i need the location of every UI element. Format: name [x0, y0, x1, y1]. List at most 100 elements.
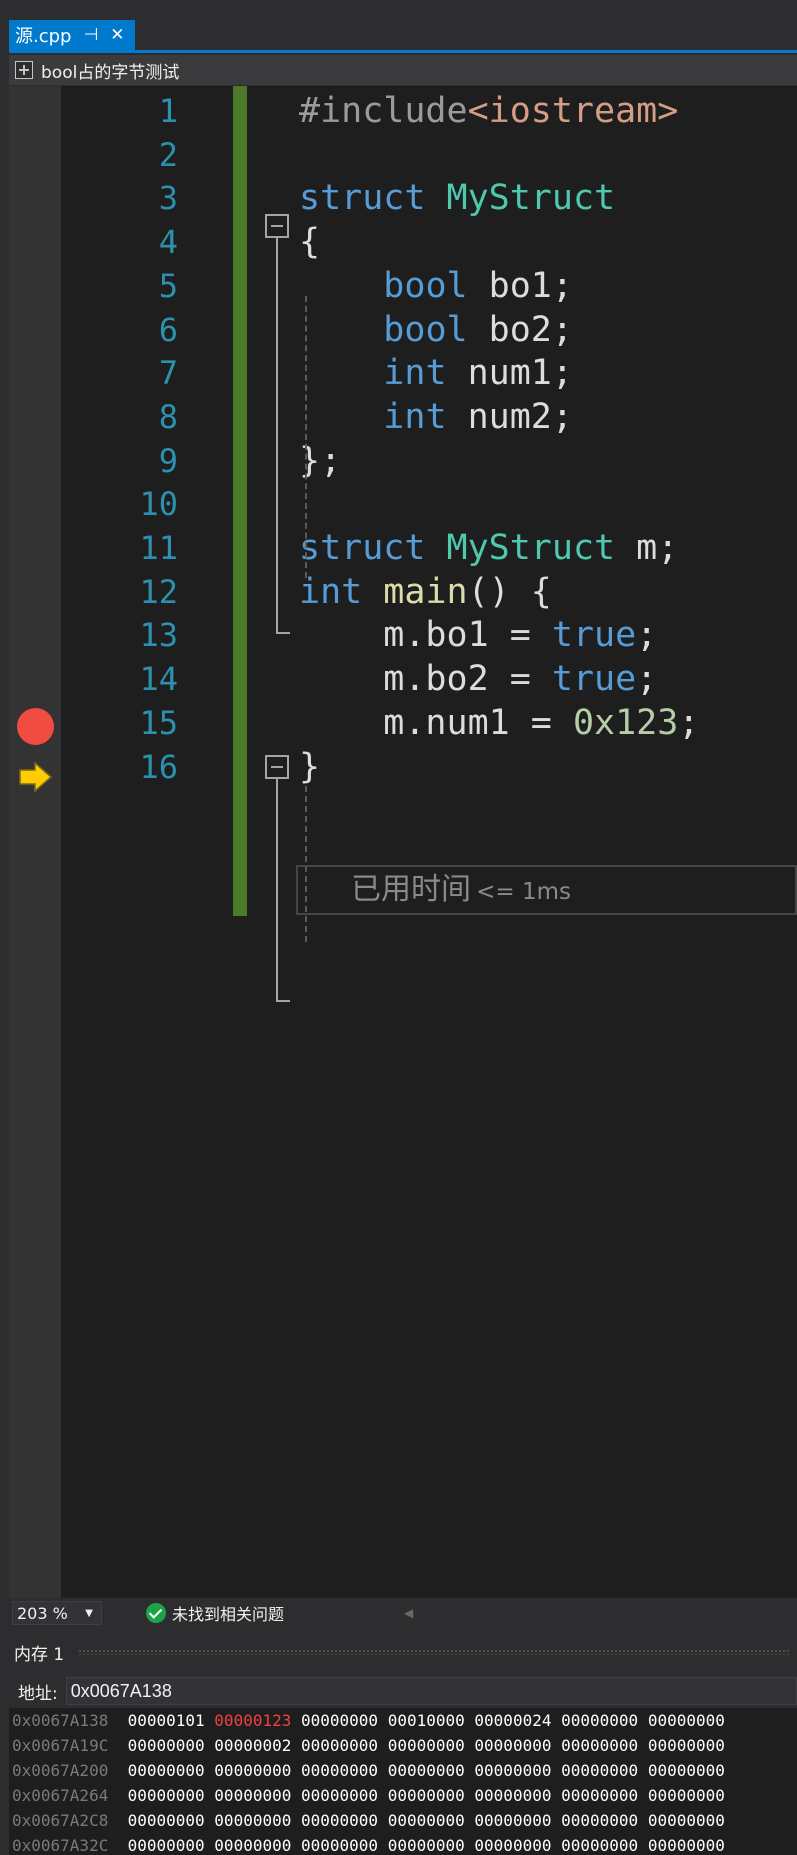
memory-value[interactable]: 00000000: [301, 1786, 378, 1805]
indent-guide: [305, 296, 307, 578]
scroll-left-icon[interactable]: ◀: [404, 1606, 413, 1620]
memory-value[interactable]: 00000024: [474, 1711, 551, 1730]
memory-title: 内存 1: [14, 1644, 65, 1665]
memory-address: 0x0067A19C: [12, 1736, 109, 1755]
navigation-bar[interactable]: bool占的字节测试: [9, 55, 797, 85]
memory-row[interactable]: 0x0067A2C8 00000000 00000000 00000000 00…: [12, 1808, 735, 1833]
memory-value[interactable]: 00000000: [561, 1711, 638, 1730]
collapse-icon[interactable]: [265, 214, 289, 238]
memory-value[interactable]: 00000000: [214, 1811, 291, 1830]
memory-value[interactable]: 00000000: [561, 1736, 638, 1755]
check-circle-icon: [146, 1603, 166, 1623]
project-icon: [15, 61, 33, 79]
memory-value[interactable]: 00000000: [474, 1761, 551, 1780]
memory-value[interactable]: 00010000: [388, 1711, 465, 1730]
code-token: <iostream>: [467, 91, 679, 131]
memory-value[interactable]: 00000000: [388, 1736, 465, 1755]
memory-row[interactable]: 0x0067A32C 00000000 00000000 00000000 00…: [12, 1833, 735, 1855]
memory-value[interactable]: 00000000: [474, 1786, 551, 1805]
memory-row[interactable]: 0x0067A138 00000101 00000123 00000000 00…: [12, 1708, 735, 1733]
pin-icon[interactable]: ⊣: [83, 26, 98, 44]
code-token: int: [383, 396, 447, 437]
code-token: ;: [636, 659, 658, 700]
memory-row[interactable]: 0x0067A264 00000000 00000000 00000000 00…: [12, 1783, 735, 1808]
memory-value[interactable]: 00000002: [214, 1736, 291, 1755]
memory-value[interactable]: 00000101: [128, 1711, 205, 1730]
perf-tip-elapsed[interactable]: 已用时间 <= 1ms: [351, 865, 571, 915]
memory-value[interactable]: 00000000: [214, 1786, 291, 1805]
code-token: () {: [467, 571, 552, 612]
memory-value[interactable]: 00000000: [648, 1736, 725, 1755]
fold-line: [276, 779, 278, 1000]
memory-value[interactable]: 00000000: [648, 1711, 725, 1730]
glyph-margin[interactable]: [9, 86, 61, 1598]
editor-status-bar: 203 % ▼ 未找到相关问题 ◀: [9, 1598, 797, 1628]
memory-value[interactable]: 00000000: [301, 1761, 378, 1780]
memory-value[interactable]: 00000000: [214, 1836, 291, 1855]
memory-value[interactable]: 00000000: [648, 1761, 725, 1780]
memory-value[interactable]: 00000000: [474, 1736, 551, 1755]
memory-value[interactable]: 00000000: [301, 1811, 378, 1830]
memory-value[interactable]: 00000000: [648, 1786, 725, 1805]
memory-value[interactable]: 00000000: [301, 1711, 378, 1730]
code-token: m.num1 =: [299, 702, 573, 743]
memory-row[interactable]: 0x0067A200 00000000 00000000 00000000 00…: [12, 1758, 735, 1783]
memory-value[interactable]: 00000000: [128, 1836, 205, 1855]
code-token: {: [299, 222, 321, 263]
address-input[interactable]: 0x0067A138: [65, 1677, 797, 1705]
memory-value[interactable]: 00000000: [214, 1761, 291, 1780]
memory-value[interactable]: 00000000: [561, 1836, 638, 1855]
issues-text: 未找到相关问题: [172, 1605, 285, 1624]
close-icon[interactable]: ✕: [110, 26, 124, 44]
code-token: bo2;: [467, 309, 573, 350]
code-token: bool: [383, 309, 468, 350]
code-token: ;: [678, 702, 700, 743]
code-line[interactable]: }: [299, 741, 320, 793]
memory-value[interactable]: 00000000: [128, 1761, 205, 1780]
memory-value[interactable]: 00000000: [388, 1786, 465, 1805]
code-token: 0x123: [572, 702, 679, 743]
memory-value[interactable]: 00000000: [648, 1836, 725, 1855]
drag-grip[interactable]: [78, 1649, 789, 1655]
memory-value[interactable]: 00000000: [388, 1836, 465, 1855]
memory-value[interactable]: 00000000: [388, 1811, 465, 1830]
code-token: true: [551, 659, 637, 700]
code-line[interactable]: m.num1 = 0x123;: [299, 697, 699, 749]
memory-address: 0x0067A264: [12, 1786, 109, 1805]
memory-value[interactable]: 00000000: [561, 1786, 638, 1805]
memory-grid[interactable]: 0x0067A138 00000101 00000123 00000000 00…: [9, 1708, 797, 1855]
memory-window-title[interactable]: 内存 1: [0, 1637, 797, 1667]
breakpoint-icon[interactable]: [17, 708, 54, 745]
memory-value[interactable]: 00000000: [128, 1786, 205, 1805]
memory-address-bar: 地址: 0x0067A138: [9, 1675, 797, 1707]
code-token: int: [383, 353, 447, 394]
collapse-icon[interactable]: [265, 755, 289, 779]
change-tracking-bar: [233, 86, 247, 916]
memory-address: 0x0067A32C: [12, 1836, 109, 1855]
memory-value[interactable]: 00000000: [301, 1836, 378, 1855]
memory-value[interactable]: 00000123: [214, 1711, 291, 1730]
memory-value[interactable]: 00000000: [474, 1811, 551, 1830]
code-editor[interactable]: 1 2 3 4 5 6 7 8 9 10 11 12 13 14 15 16 #include<iostrea…: [9, 86, 797, 1598]
issues-indicator[interactable]: 未找到相关问题: [146, 1601, 284, 1625]
memory-value[interactable]: 00000000: [388, 1761, 465, 1780]
memory-value[interactable]: 00000000: [474, 1836, 551, 1855]
memory-row[interactable]: 0x0067A19C 00000000 00000002 00000000 00…: [12, 1733, 735, 1758]
tab-source-cpp[interactable]: 源.cpp ⊣ ✕: [9, 20, 135, 50]
project-name: bool占的字节测试: [41, 62, 180, 83]
tab-accent-line: [9, 50, 797, 53]
memory-address: 0x0067A138: [12, 1711, 109, 1730]
memory-value[interactable]: 00000000: [561, 1761, 638, 1780]
zoom-dropdown[interactable]: 203 % ▼: [12, 1601, 102, 1625]
memory-value[interactable]: 00000000: [561, 1811, 638, 1830]
memory-value[interactable]: 00000000: [301, 1736, 378, 1755]
memory-value[interactable]: 00000000: [128, 1736, 205, 1755]
code-line[interactable]: struct MyStruct: [299, 172, 615, 224]
memory-value[interactable]: 00000000: [648, 1811, 725, 1830]
memory-address: 0x0067A2C8: [12, 1811, 109, 1830]
code-line[interactable]: #include<iostream>: [299, 85, 678, 137]
memory-value[interactable]: 00000000: [128, 1811, 205, 1830]
code-token: m.bo2 =: [299, 659, 552, 700]
